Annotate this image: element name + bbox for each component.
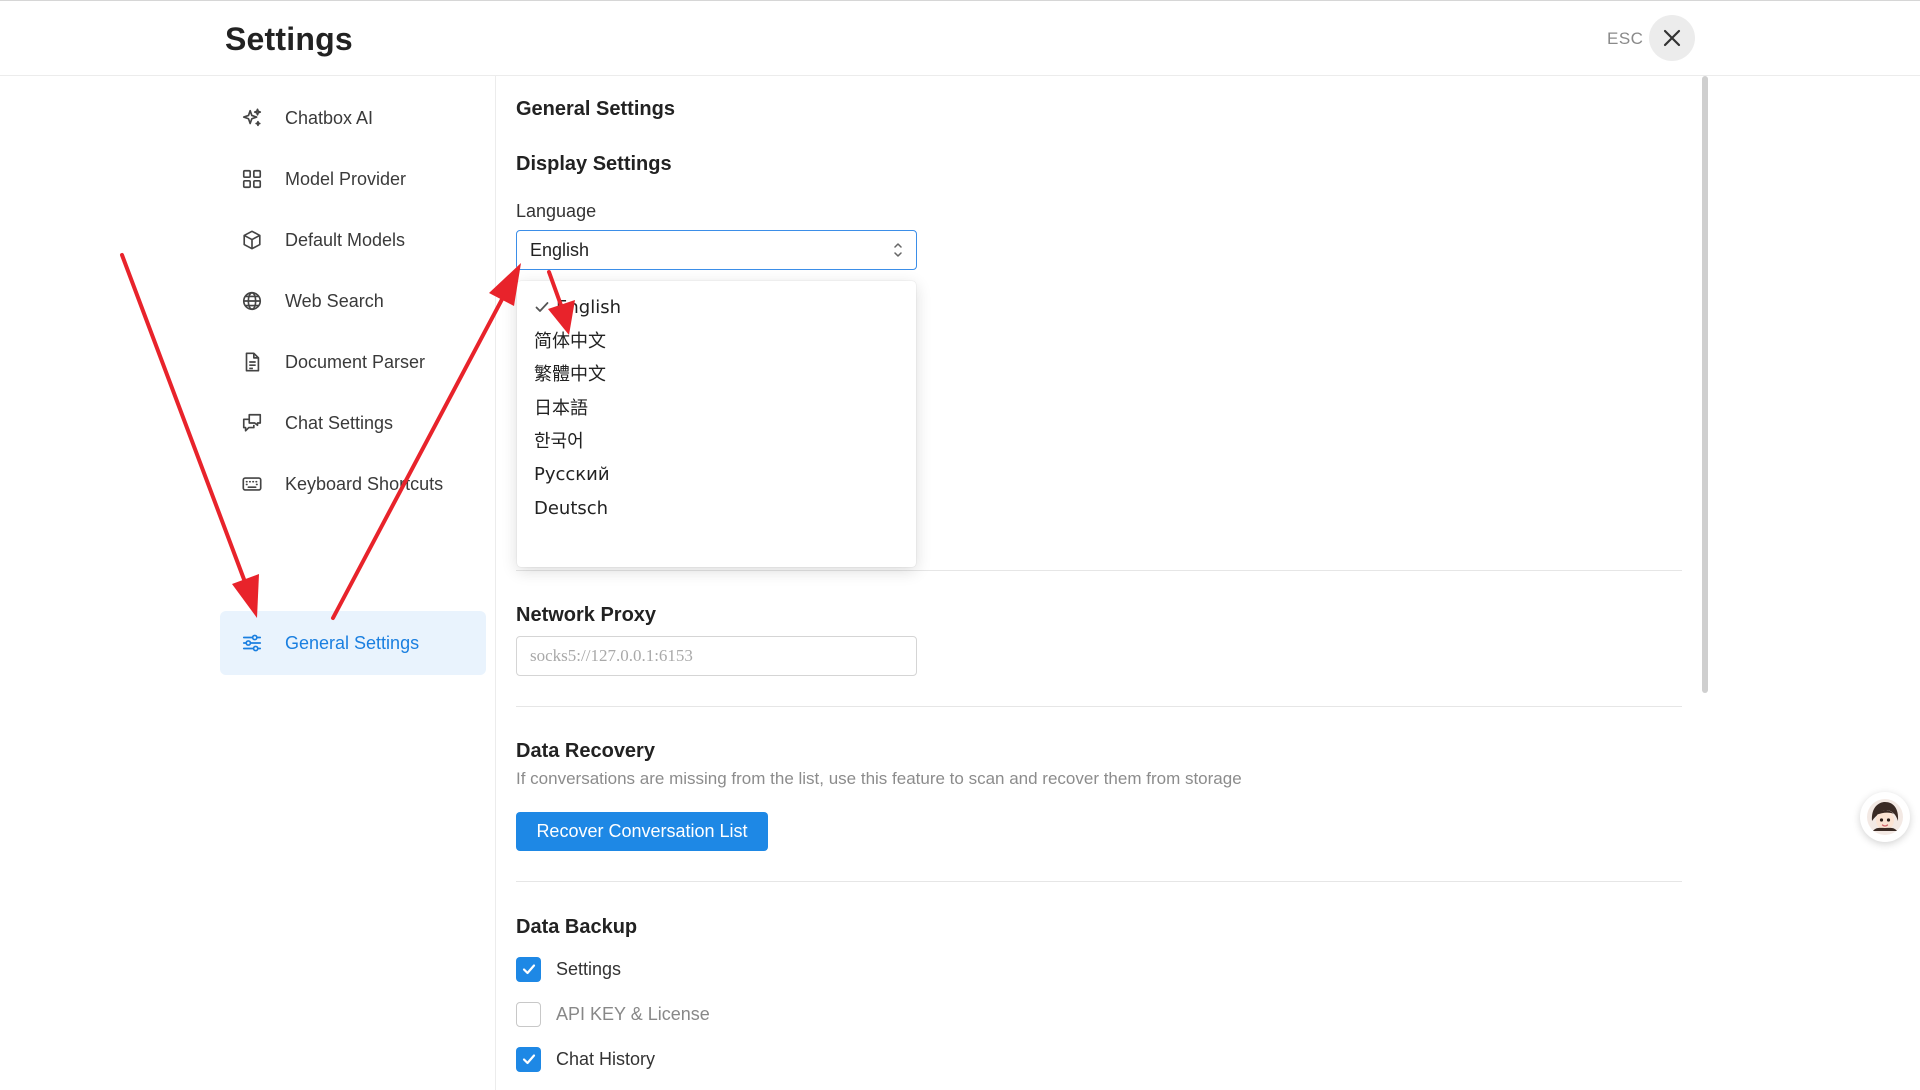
- checkbox-checked[interactable]: [516, 956, 541, 982]
- sidebar-item-label: Model Provider: [285, 168, 407, 189]
- backup-option-api-key[interactable]: API KEY & License: [516, 1000, 710, 1028]
- option-label: 한국어: [534, 431, 584, 452]
- language-label: Language: [516, 201, 597, 221]
- option-label: Deutsch: [534, 497, 609, 519]
- sidebar-item-label: Keyboard Shortcuts: [285, 473, 444, 494]
- check-icon: [522, 1054, 535, 1065]
- section-title-recovery: Data Recovery: [516, 740, 655, 762]
- language-select-value: English: [530, 239, 590, 260]
- grid-icon: [240, 167, 264, 191]
- proxy-input[interactable]: [516, 636, 917, 676]
- section-title-backup: Data Backup: [516, 916, 638, 938]
- section-title-general: General Settings: [516, 98, 675, 120]
- settings-sidebar: Chatbox AI Model Provider Default Models: [0, 76, 496, 1090]
- assistant-avatar-button[interactable]: [1860, 792, 1910, 842]
- language-dropdown-menu: English 简体中文 繁體中文 日本語 한국어 Русский Deutsc…: [517, 281, 916, 567]
- option-label: English: [556, 296, 621, 318]
- page-title: Settings: [225, 21, 353, 57]
- cube-icon: [240, 228, 264, 252]
- option-label: 简体中文: [534, 331, 606, 352]
- chevron-updown-icon: [894, 243, 902, 257]
- section-title-display: Display Settings: [516, 153, 672, 175]
- language-option-traditional-chinese[interactable]: 繁體中文: [517, 354, 916, 392]
- sidebar-item-web-search[interactable]: Web Search: [220, 269, 486, 333]
- sidebar-item-keyboard-shortcuts[interactable]: Keyboard Shortcuts: [220, 452, 486, 516]
- language-option-korean[interactable]: 한국어: [517, 421, 916, 459]
- section-divider: [516, 881, 1682, 882]
- checkbox-checked[interactable]: [516, 1046, 541, 1072]
- checkbox-unchecked[interactable]: [516, 1001, 541, 1027]
- language-option-german[interactable]: Deutsch: [517, 489, 916, 527]
- sidebar-item-chat-settings[interactable]: Chat Settings: [220, 391, 486, 455]
- sidebar-item-label: General Settings: [285, 632, 420, 653]
- sidebar-item-label: Chat Settings: [285, 412, 394, 433]
- avatar-icon: [1867, 799, 1903, 835]
- recovery-description: If conversations are missing from the li…: [516, 769, 1242, 788]
- sidebar-item-general-settings[interactable]: General Settings: [220, 611, 486, 675]
- scrollbar-thumb[interactable]: [1702, 76, 1708, 693]
- settings-header: Settings ESC: [0, 1, 1920, 76]
- sidebar-item-document-parser[interactable]: Document Parser: [220, 330, 486, 394]
- section-divider: [516, 706, 1682, 707]
- backup-option-chat-history[interactable]: Chat History: [516, 1045, 655, 1073]
- language-select[interactable]: English: [516, 230, 917, 270]
- option-label: Русский: [534, 463, 610, 485]
- close-icon: [1663, 29, 1681, 47]
- settings-content: General Settings Display Settings Langua…: [497, 76, 1687, 1090]
- close-button[interactable]: [1649, 15, 1695, 61]
- checkbox-label: Chat History: [556, 1048, 656, 1069]
- section-title-proxy: Network Proxy: [516, 604, 657, 626]
- sidebar-item-model-provider[interactable]: Model Provider: [220, 147, 486, 211]
- chat-bubbles-icon: [240, 411, 264, 435]
- checkbox-label: API KEY & License: [556, 1003, 710, 1024]
- checkbox-label: Settings: [556, 958, 622, 979]
- backup-option-settings[interactable]: Settings: [516, 955, 621, 983]
- recover-conversation-list-button[interactable]: Recover Conversation List: [516, 812, 768, 851]
- sparkles-icon: [240, 106, 264, 130]
- sidebar-item-label: Chatbox AI: [285, 107, 374, 128]
- option-label: 繁體中文: [534, 364, 606, 385]
- sliders-icon: [240, 631, 264, 655]
- esc-hint: ESC: [1607, 29, 1644, 48]
- sidebar-item-chatbox-ai[interactable]: Chatbox AI: [220, 86, 486, 150]
- language-option-russian[interactable]: Русский: [517, 455, 916, 493]
- option-label: 日本語: [534, 398, 588, 419]
- sidebar-item-default-models[interactable]: Default Models: [220, 208, 486, 272]
- sidebar-item-label: Web Search: [285, 290, 384, 311]
- sidebar-item-label: Default Models: [285, 229, 406, 250]
- sidebar-item-label: Document Parser: [285, 351, 426, 372]
- keyboard-icon: [240, 472, 264, 496]
- section-divider: [516, 570, 1682, 571]
- check-icon: [535, 302, 549, 312]
- check-icon: [522, 964, 535, 975]
- globe-icon: [240, 289, 264, 313]
- document-icon: [240, 350, 264, 374]
